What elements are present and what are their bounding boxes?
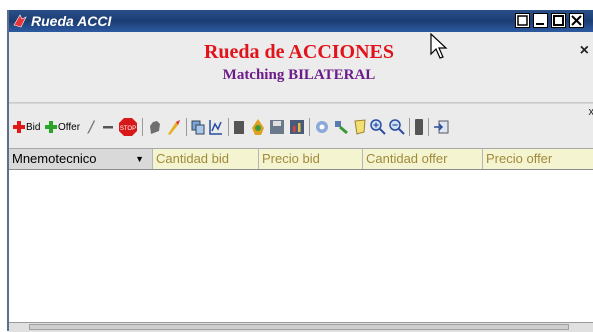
offer-label: Offer: [58, 122, 80, 133]
gear-icon: [314, 119, 330, 135]
stop-icon: STOP: [119, 118, 137, 136]
add-bid-icon: [13, 120, 25, 134]
export-icon: [433, 119, 449, 135]
header-title: Rueda de ACCIONES: [9, 41, 589, 64]
stack-icon: [233, 119, 245, 135]
stack-button[interactable]: [233, 116, 245, 138]
sticker-button[interactable]: [353, 116, 367, 138]
toolbar-separator: [409, 118, 410, 136]
chart-icon: [209, 119, 223, 135]
settings-button[interactable]: [314, 116, 330, 138]
save-button[interactable]: [269, 116, 285, 138]
app-header: Rueda de ACCIONES Matching BILATERAL ×: [9, 32, 593, 103]
toolbar-separator: [186, 118, 187, 136]
column-label: Precio offer: [486, 151, 552, 166]
rocket-icon: [166, 118, 182, 136]
rocket-button[interactable]: [166, 116, 182, 138]
toolbar-separator: [309, 118, 310, 136]
remove-button[interactable]: [102, 116, 114, 138]
zoom-in-icon: [370, 119, 386, 135]
grid-body[interactable]: [9, 170, 593, 322]
sticker-icon: [353, 119, 367, 135]
filter-icon: [333, 119, 349, 135]
minimize-button[interactable]: [533, 13, 548, 28]
phone-icon: [414, 118, 424, 136]
toolbar-separator: [142, 118, 143, 136]
add-bid-button[interactable]: Bid: [13, 116, 40, 138]
restore-button[interactable]: [515, 13, 530, 28]
close-button[interactable]: [569, 13, 584, 28]
restore-icon: [516, 14, 529, 27]
window-title: Rueda ACCI: [31, 12, 111, 30]
toolbar: Bid Offer STOP: [9, 103, 593, 149]
column-label: Precio bid: [262, 151, 320, 166]
column-header-cantidad-offer[interactable]: Cantidad offer: [363, 149, 483, 169]
bar-chart-icon: [289, 119, 305, 135]
copy-icon: [191, 119, 205, 135]
bell-icon: [250, 118, 266, 136]
zoom-out-icon: [389, 119, 405, 135]
column-header-precio-bid[interactable]: Precio bid: [259, 149, 363, 169]
column-label: Mnemotecnico: [12, 151, 97, 166]
bar-chart-button[interactable]: [289, 116, 305, 138]
chevron-down-icon[interactable]: ▼: [135, 149, 144, 169]
zoom-out-button[interactable]: [389, 116, 405, 138]
toolbar-separator: [228, 118, 229, 136]
mouse-cursor-icon: [429, 32, 453, 62]
column-header-mnemotecnico[interactable]: Mnemotecnico ▼: [9, 149, 153, 169]
stop-button[interactable]: STOP: [119, 116, 137, 138]
hand-icon: [148, 119, 162, 135]
svg-text:STOP: STOP: [120, 126, 136, 132]
edit-icon: [86, 119, 96, 135]
column-header-precio-offer[interactable]: Precio offer: [483, 149, 593, 169]
zoom-in-button[interactable]: [370, 116, 386, 138]
column-label: Cantidad bid: [156, 151, 229, 166]
edit-button[interactable]: [86, 116, 96, 138]
phone-button[interactable]: [414, 116, 424, 138]
header-subtitle: Matching BILATERAL: [9, 67, 589, 84]
filter-button[interactable]: [333, 116, 349, 138]
bid-label: Bid: [26, 122, 40, 133]
column-header-cantidad-bid[interactable]: Cantidad bid: [153, 149, 259, 169]
toolbar-separator: [428, 118, 429, 136]
title-bar[interactable]: Rueda ACCI: [9, 10, 593, 32]
maximize-button[interactable]: [551, 13, 566, 28]
grid-header: Mnemotecnico ▼ Cantidad bid Precio bid C…: [9, 149, 593, 170]
app-window: Rueda ACCI Rueda de ACCIONES Matching BI…: [7, 10, 593, 331]
header-close-button[interactable]: ×: [580, 42, 589, 60]
toolbar-close-button[interactable]: x: [589, 106, 593, 118]
close-icon: [570, 14, 583, 27]
scrollbar-thumb[interactable]: [29, 324, 569, 330]
app-icon: [12, 13, 28, 29]
maximize-icon: [552, 14, 565, 27]
line-chart-button[interactable]: [209, 116, 223, 138]
bell-button[interactable]: [250, 116, 266, 138]
add-offer-icon: [45, 120, 57, 134]
save-icon: [269, 119, 285, 135]
column-label: Cantidad offer: [366, 151, 447, 166]
export-button[interactable]: [433, 116, 449, 138]
minus-icon: [102, 119, 114, 135]
minimize-icon: [534, 14, 547, 27]
hand-button[interactable]: [148, 116, 162, 138]
add-offer-button[interactable]: Offer: [45, 116, 80, 138]
copy-button[interactable]: [191, 116, 205, 138]
